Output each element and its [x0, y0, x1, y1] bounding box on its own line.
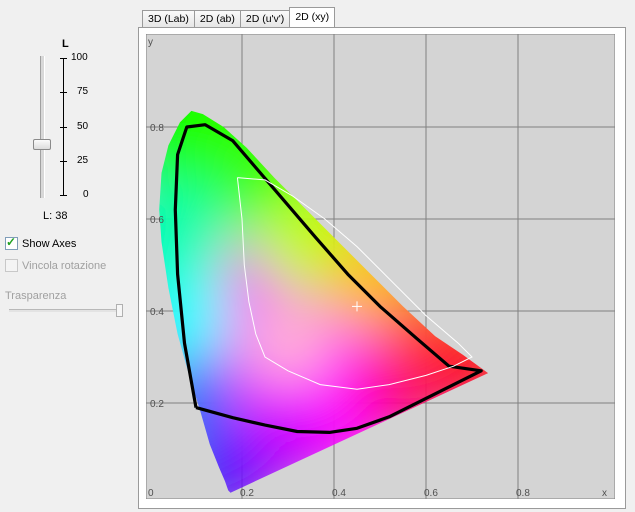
- x-tick-label: 0.8: [516, 488, 530, 499]
- vincola-rotazione-label: Vincola rotazione: [22, 259, 107, 272]
- vincola-rotazione-checkbox: [5, 259, 18, 272]
- transparency-label: Trasparenza: [5, 290, 67, 302]
- show-axes-label: Show Axes: [22, 237, 77, 250]
- transparency-slider-track: [9, 309, 120, 312]
- lightness-slider-thumb[interactable]: [33, 138, 51, 150]
- transparency-slider-thumb: [116, 304, 123, 317]
- x-tick-label: 0.6: [424, 488, 438, 499]
- lightness-tick: [60, 195, 67, 196]
- lightness-tick: [60, 58, 67, 59]
- x-tick-label: 0.2: [240, 488, 254, 499]
- lightness-tick-label: 25: [77, 155, 89, 166]
- lightness-tick-label: 75: [77, 86, 89, 97]
- show-axes-checkbox[interactable]: [5, 235, 18, 250]
- color-blob: [253, 308, 323, 379]
- y-tick-label: 0.2: [150, 399, 164, 410]
- lightness-tick: [60, 92, 67, 93]
- lightness-value-label: L: 38: [43, 210, 68, 222]
- lightness-tick: [60, 127, 67, 128]
- vincola-rotazione-row: Vincola rotazione: [5, 259, 106, 272]
- x-tick-label: 0.4: [332, 488, 346, 499]
- y-tick-label: 0.6: [150, 215, 164, 226]
- x-tick-label: 0: [148, 488, 154, 499]
- lightness-tick-label: 50: [77, 121, 89, 132]
- y-tick-label: 0.8: [150, 123, 164, 134]
- cie-xy-chart[interactable]: y x 0 0.2 0.4 0.6 0.8 0.2 0.4 0.6 0.8: [146, 34, 615, 499]
- lightness-tick-label: 100: [71, 52, 88, 63]
- y-axis-label: y: [148, 37, 153, 48]
- lightness-tick-label: 0: [83, 189, 89, 200]
- lightness-slider-title: L: [62, 38, 69, 50]
- tab-2d-ab[interactable]: 2D (ab): [193, 10, 241, 27]
- view-tabs: 3D (Lab) 2D (ab) 2D (u'v') 2D (xy): [142, 7, 336, 27]
- x-axis-label: x: [602, 488, 607, 499]
- lightness-slider-track[interactable]: [40, 56, 45, 198]
- tab-3d-lab[interactable]: 3D (Lab): [142, 10, 195, 27]
- y-tick-label: 0.4: [150, 307, 164, 318]
- lightness-tick: [60, 161, 67, 162]
- tab-2d-xy[interactable]: 2D (xy): [289, 7, 336, 27]
- show-axes-row[interactable]: Show Axes: [5, 235, 77, 250]
- tab-2d-uv[interactable]: 2D (u'v'): [239, 10, 291, 27]
